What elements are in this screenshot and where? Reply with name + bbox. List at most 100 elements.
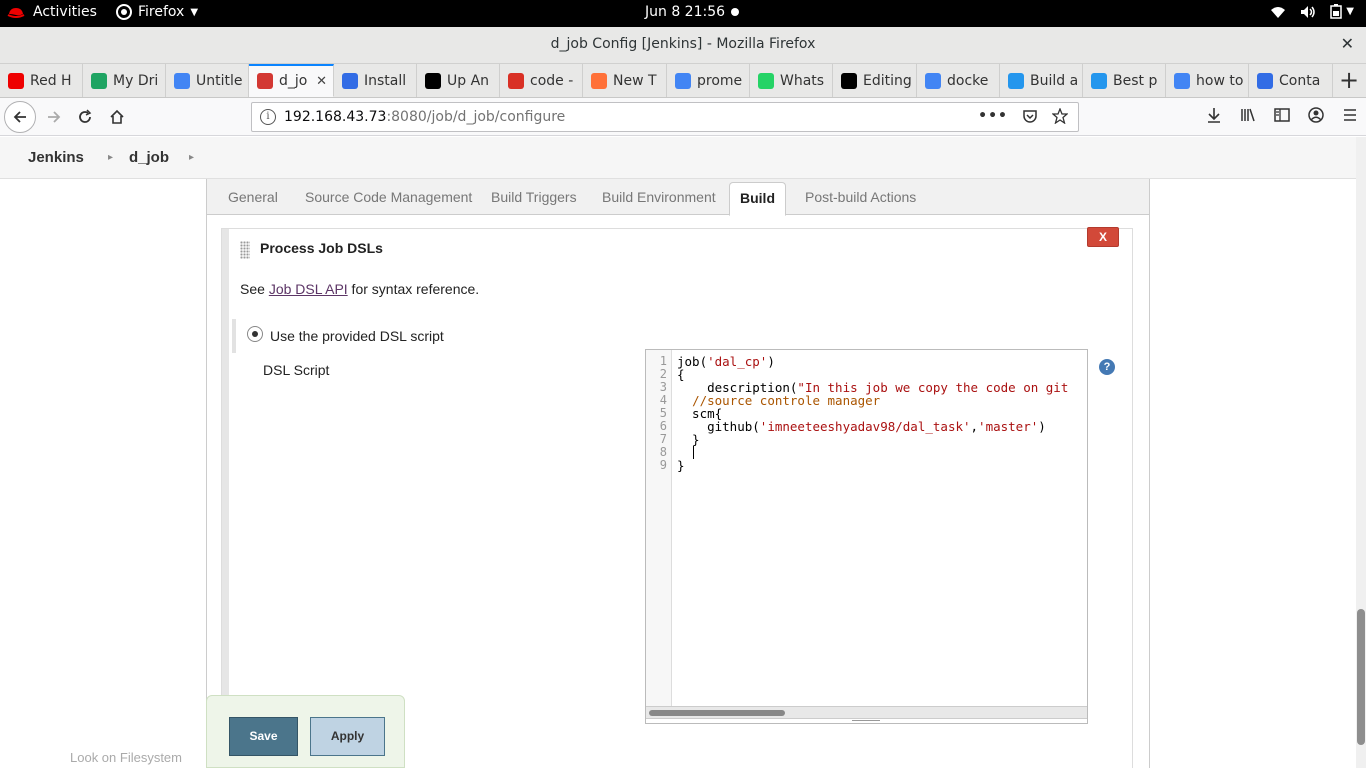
app-menu[interactable]: Firefox ▼ [116,4,198,20]
account-icon[interactable] [1308,107,1324,123]
browser-tab[interactable]: prome [667,64,750,97]
chevron-down-icon: ▼ [1346,6,1354,17]
arrow-right-icon [48,111,61,123]
tab-label: docke [947,72,989,89]
system-top-bar: Activities Firefox ▼ Jun 8 21:56 ▼ [0,0,1366,27]
tab-label: Install [364,72,407,89]
new-tab-button[interactable]: + [1337,67,1361,93]
browser-tab[interactable]: Install [334,64,417,97]
see-prefix: See [240,281,269,297]
tab-label: d_jo [279,73,308,89]
kubernetes-icon [342,72,358,89]
firefox-icon [116,4,132,20]
volume-icon [1301,5,1316,18]
chevron-down-icon: ▼ [190,6,199,18]
tab-source-code-management[interactable]: Source Code Management [305,189,472,205]
text-cursor [693,446,694,459]
forward-button[interactable] [40,103,68,131]
code-token: ) [767,354,775,369]
browser-tab[interactable]: Build a [1000,64,1083,97]
code-token: 'master' [978,419,1039,434]
app-menu-label: Firefox [138,4,185,20]
download-icon[interactable] [1206,107,1222,123]
home-button[interactable] [103,103,131,131]
close-tab-icon[interactable]: ✕ [316,74,327,89]
scrollbar-thumb[interactable] [1357,609,1365,745]
use-provided-dsl-radio[interactable] [247,326,263,342]
browser-tab[interactable]: Untitle [166,64,249,97]
tab-label: Editing [863,72,912,89]
drag-handle-icon[interactable] [240,241,250,259]
page-content: Jenkins ▸ d_job ▸ General Source Code Ma… [0,137,1356,768]
tab-build-triggers[interactable]: Build Triggers [491,189,577,205]
process-job-dsls-step: Process Job DSLs X See Job DSL API for s… [221,227,1133,768]
back-button[interactable] [4,101,36,133]
clock[interactable]: Jun 8 21:56 [645,4,740,20]
tab-build-environment[interactable]: Build Environment [602,189,716,205]
breadcrumb-arrow-icon[interactable]: ▸ [189,152,194,163]
apply-button[interactable]: Apply [310,717,385,756]
editor-resize-handle[interactable] [646,718,1087,723]
dsl-script-editor[interactable]: 1 2 3 4 5 6 7 8 9 job('dal_cp'){ descrip… [645,349,1088,724]
browser-tab[interactable]: Whats [750,64,833,97]
code-line[interactable]: } [677,433,700,446]
pocket-icon[interactable] [1022,108,1038,124]
code-line[interactable]: github('imneeteeshyadav98/dal_task','mas… [677,420,1046,433]
browser-tab[interactable]: Up An [417,64,500,97]
tab-post-build-actions[interactable]: Post-build Actions [805,189,916,205]
browser-tab[interactable]: Editing [833,64,917,97]
reload-button[interactable] [71,103,99,131]
close-window-button[interactable]: ✕ [1341,34,1354,53]
battery-menu: ▼ [1330,4,1354,19]
library-icon[interactable] [1240,107,1256,123]
tab-build[interactable]: Build [729,182,786,216]
browser-tab[interactable]: New T [583,64,667,97]
browser-tab[interactable]: Red H [0,64,83,97]
browser-tab[interactable]: docke [917,64,1000,97]
info-icon[interactable]: i [260,109,276,125]
reload-icon [79,109,92,123]
tab-label: Best p [1113,72,1158,89]
bookmark-star-icon[interactable] [1052,108,1068,124]
breadcrumb-jenkins[interactable]: Jenkins [28,149,84,166]
save-button[interactable]: Save [229,717,298,756]
help-icon[interactable]: ? [1099,359,1115,375]
breadcrumb-job[interactable]: d_job [129,149,169,166]
tab-label: how to [1196,72,1244,89]
drive-icon [91,72,107,89]
hamburger-menu-icon[interactable] [1342,107,1358,123]
job-dsl-api-link[interactable]: Job DSL API [269,281,348,297]
delete-step-button[interactable]: X [1087,227,1119,247]
page-actions-icon[interactable]: ••• [978,108,1008,124]
browser-tab[interactable]: d_jo ✕ [249,64,334,97]
code-token: } [677,432,700,447]
tab-label: Untitle [196,72,243,89]
url-text[interactable]: 192.168.43.73:8080/job/d_job/configure [284,109,565,125]
window-title-bar: d_job Config [Jenkins] - Mozilla Firefox… [0,27,1366,64]
gmail-icon [508,72,524,89]
medium-icon [425,72,441,89]
code-line[interactable]: } [677,459,685,472]
code-token: ) [1038,419,1046,434]
horizontal-scrollbar[interactable] [646,706,1087,718]
browser-tab[interactable]: Conta [1249,64,1333,97]
url-bar[interactable]: i 192.168.43.73:8080/job/d_job/configure… [251,102,1079,132]
activities-label: Activities [33,4,97,20]
browser-tab[interactable]: Best p [1083,64,1166,97]
browser-tab[interactable]: My Dri [83,64,166,97]
system-tray[interactable]: ▼ [1270,4,1354,19]
firefox-icon [591,72,607,89]
activities-button[interactable]: Activities [7,4,97,20]
browser-tab[interactable]: how to [1166,64,1249,97]
page-scrollbar[interactable] [1356,137,1366,768]
scrollbar-thumb[interactable] [649,710,785,716]
code-line[interactable]: job('dal_cp') [677,355,775,368]
sidebar-icon[interactable] [1274,107,1290,123]
browser-tab[interactable]: code - [500,64,583,97]
code-token: , [970,419,979,434]
breadcrumb-arrow-icon[interactable]: ▸ [108,152,113,163]
navigation-toolbar: i 192.168.43.73:8080/job/d_job/configure… [0,98,1366,136]
look-on-filesystem-label: Look on Filesystem [70,750,182,765]
tab-general[interactable]: General [228,189,278,205]
docker-icon [1008,72,1024,89]
